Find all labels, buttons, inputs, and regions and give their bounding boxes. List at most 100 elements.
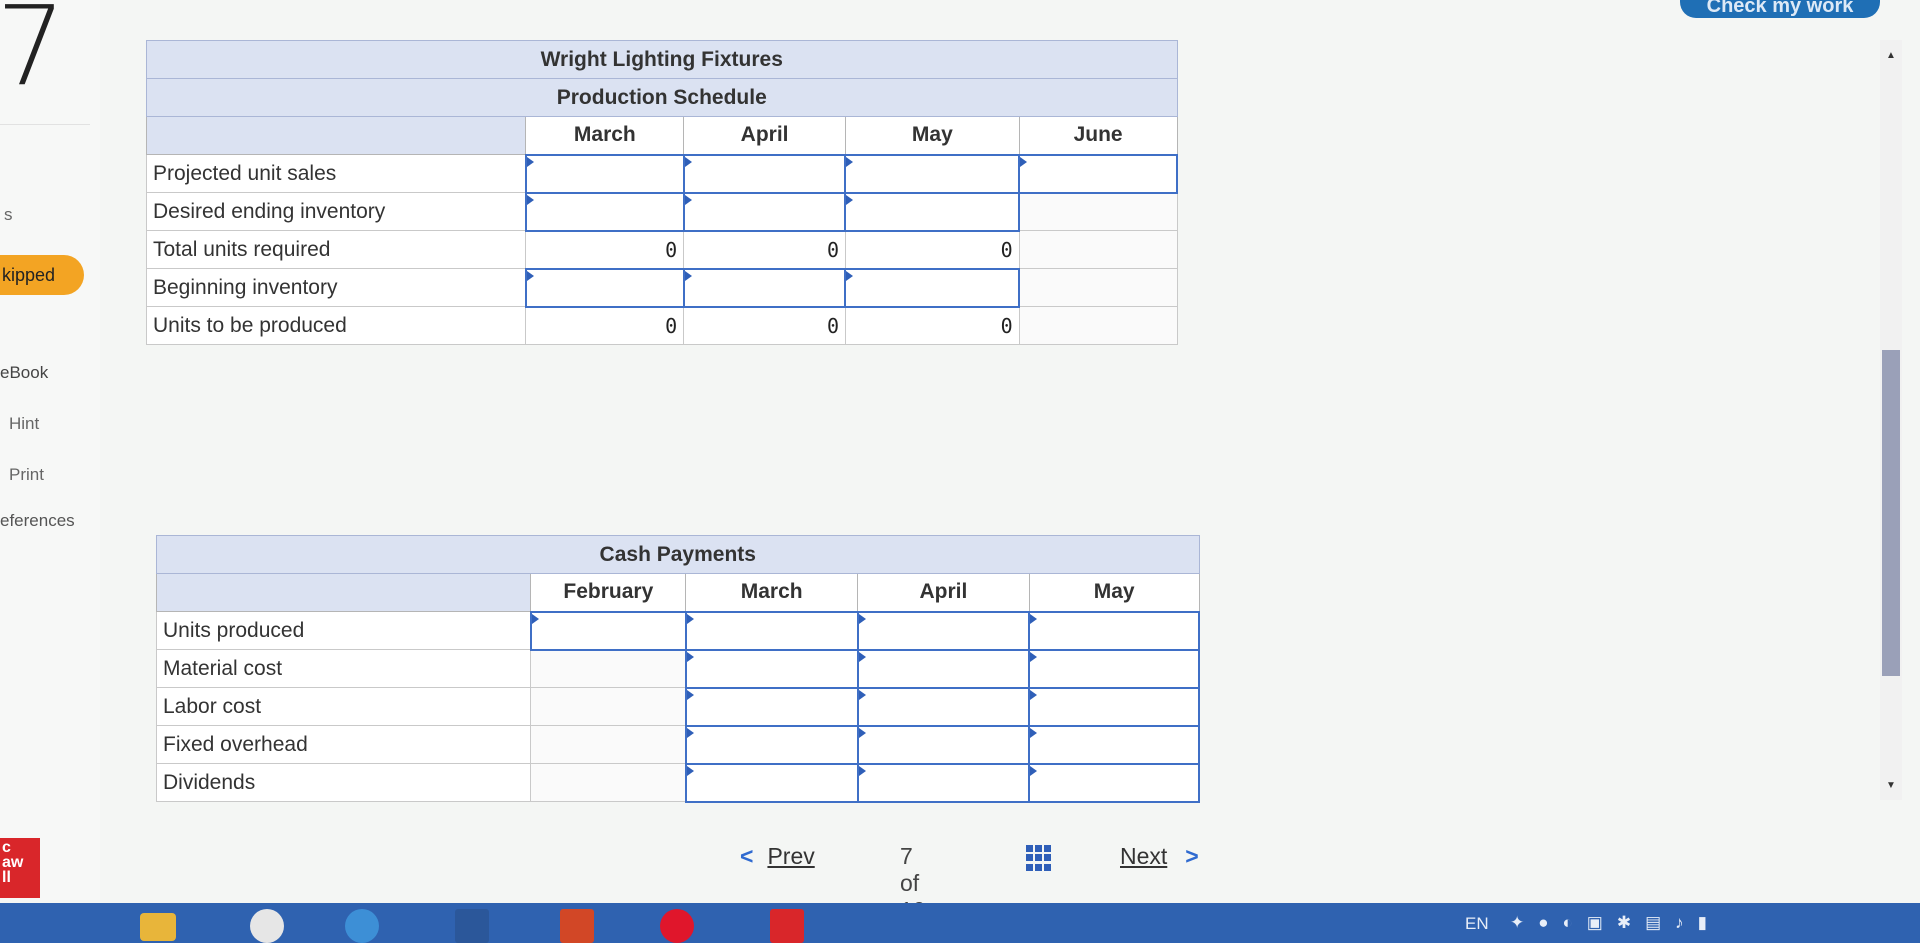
row-label: Fixed overhead <box>155 725 532 764</box>
scrollbar-thumb[interactable] <box>1882 350 1900 676</box>
col-may: May <box>844 116 1020 155</box>
row-desired-ending-inventory: Desired ending inventory <box>145 191 1178 232</box>
input-cell[interactable] <box>529 610 687 651</box>
question-number: 7 <box>0 0 90 125</box>
folder-icon[interactable] <box>140 913 176 941</box>
hint-link[interactable]: Hint <box>9 414 39 434</box>
input-cell[interactable] <box>524 153 685 194</box>
empty-cell <box>530 725 687 764</box>
ebook-link[interactable]: eBook <box>0 363 48 383</box>
input-cell[interactable] <box>684 648 859 689</box>
sidebar-status-text: s <box>4 205 13 224</box>
cash-payments-table: Cash Payments February March April May U… <box>155 535 1200 803</box>
references-link[interactable]: eferences <box>0 511 75 531</box>
input-cell[interactable] <box>524 191 685 232</box>
grid-icon[interactable] <box>1026 845 1052 871</box>
print-link[interactable]: Print <box>9 465 44 485</box>
company-title: Wright Lighting Fixtures <box>146 40 1178 79</box>
brand-logo: c aw ll <box>0 838 40 898</box>
col-february: February <box>530 573 687 612</box>
input-cell[interactable] <box>1018 153 1178 194</box>
scroll-up-icon[interactable]: ▲ <box>1886 50 1896 61</box>
input-cell[interactable] <box>682 191 847 232</box>
header-blank <box>145 116 527 155</box>
empty-cell <box>530 763 687 802</box>
empty-cell <box>1018 192 1178 231</box>
schedule-title: Production Schedule <box>146 78 1178 117</box>
input-cell[interactable] <box>684 724 859 765</box>
input-cell[interactable] <box>1028 762 1200 803</box>
computed-cell: 0 <box>844 306 1020 345</box>
row-total-units-required: Total units required 0 0 0 <box>145 230 1178 269</box>
chrome-icon[interactable] <box>250 909 284 943</box>
question-number-text: 7 <box>0 0 66 110</box>
col-march: March <box>685 573 859 612</box>
next-label: Next <box>1120 843 1168 869</box>
input-cell[interactable] <box>844 267 1021 308</box>
edge-icon[interactable] <box>345 909 379 943</box>
acrobat-icon[interactable] <box>770 909 804 943</box>
prev-label: Prev <box>767 843 815 869</box>
input-cell[interactable] <box>684 686 859 727</box>
input-cell[interactable] <box>524 267 685 308</box>
empty-cell <box>1018 230 1178 269</box>
input-cell[interactable] <box>1028 610 1200 651</box>
row-beginning-inventory: Beginning inventory <box>145 267 1178 308</box>
row-fixed-overhead: Fixed overhead <box>155 724 1200 765</box>
cash-payments-title: Cash Payments <box>156 535 1200 574</box>
input-cell[interactable] <box>682 153 847 194</box>
os-taskbar: EN ✦●◐▣✱▤♪▮ <box>0 903 1920 943</box>
input-cell[interactable] <box>1028 648 1200 689</box>
input-cell[interactable] <box>856 724 1031 765</box>
powerpoint-icon[interactable] <box>560 909 594 943</box>
row-dividends: Dividends <box>155 762 1200 803</box>
col-march: March <box>525 116 685 155</box>
check-my-work-button[interactable]: Check my work <box>1680 0 1880 18</box>
input-cell[interactable] <box>1028 724 1200 765</box>
row-label: Desired ending inventory <box>145 192 527 231</box>
row-units-produced: Units produced <box>155 610 1200 651</box>
empty-cell <box>1018 268 1178 307</box>
input-cell[interactable] <box>684 762 859 803</box>
computed-cell: 0 <box>844 230 1020 269</box>
language-indicator[interactable]: EN <box>1465 914 1489 934</box>
row-label: Dividends <box>155 763 532 802</box>
row-projected-unit-sales: Projected unit sales <box>145 153 1178 194</box>
next-button[interactable]: Next > <box>1120 843 1199 870</box>
input-cell[interactable] <box>682 267 847 308</box>
row-label: Units produced <box>155 611 532 650</box>
input-cell[interactable] <box>856 610 1031 651</box>
row-material-cost: Material cost <box>155 648 1200 689</box>
input-cell[interactable] <box>856 686 1031 727</box>
skipped-badge: kipped <box>0 255 84 295</box>
col-june: June <box>1018 116 1178 155</box>
input-cell[interactable] <box>844 153 1021 194</box>
opera-icon[interactable] <box>660 909 694 943</box>
empty-cell <box>530 649 687 688</box>
prev-button[interactable]: < Prev <box>740 843 815 870</box>
left-sidebar: 7 s kipped eBook Hint Print eferences ca… <box>0 0 100 900</box>
input-cell[interactable] <box>684 610 859 651</box>
header-blank <box>155 573 532 612</box>
row-label: Beginning inventory <box>145 268 527 307</box>
system-tray[interactable]: ✦●◐▣✱▤♪▮ <box>1510 913 1721 933</box>
row-label: Projected unit sales <box>145 154 527 193</box>
word-icon[interactable] <box>455 909 489 943</box>
empty-cell <box>1018 306 1178 345</box>
chevron-right-icon: > <box>1185 843 1199 869</box>
computed-cell: 0 <box>683 306 846 345</box>
col-april: April <box>857 573 1030 612</box>
input-cell[interactable] <box>1028 686 1200 727</box>
scroll-down-icon[interactable]: ▼ <box>1886 780 1896 791</box>
col-may: May <box>1028 573 1200 612</box>
row-label: Labor cost <box>155 687 532 726</box>
col-april: April <box>683 116 846 155</box>
computed-cell: 0 <box>683 230 846 269</box>
input-cell[interactable] <box>844 191 1021 232</box>
input-cell[interactable] <box>856 762 1031 803</box>
row-label: Total units required <box>145 230 527 269</box>
input-cell[interactable] <box>856 648 1031 689</box>
row-label: Material cost <box>155 649 532 688</box>
chevron-left-icon: < <box>740 843 754 869</box>
row-units-to-be-produced: Units to be produced 0 0 0 <box>145 306 1178 345</box>
